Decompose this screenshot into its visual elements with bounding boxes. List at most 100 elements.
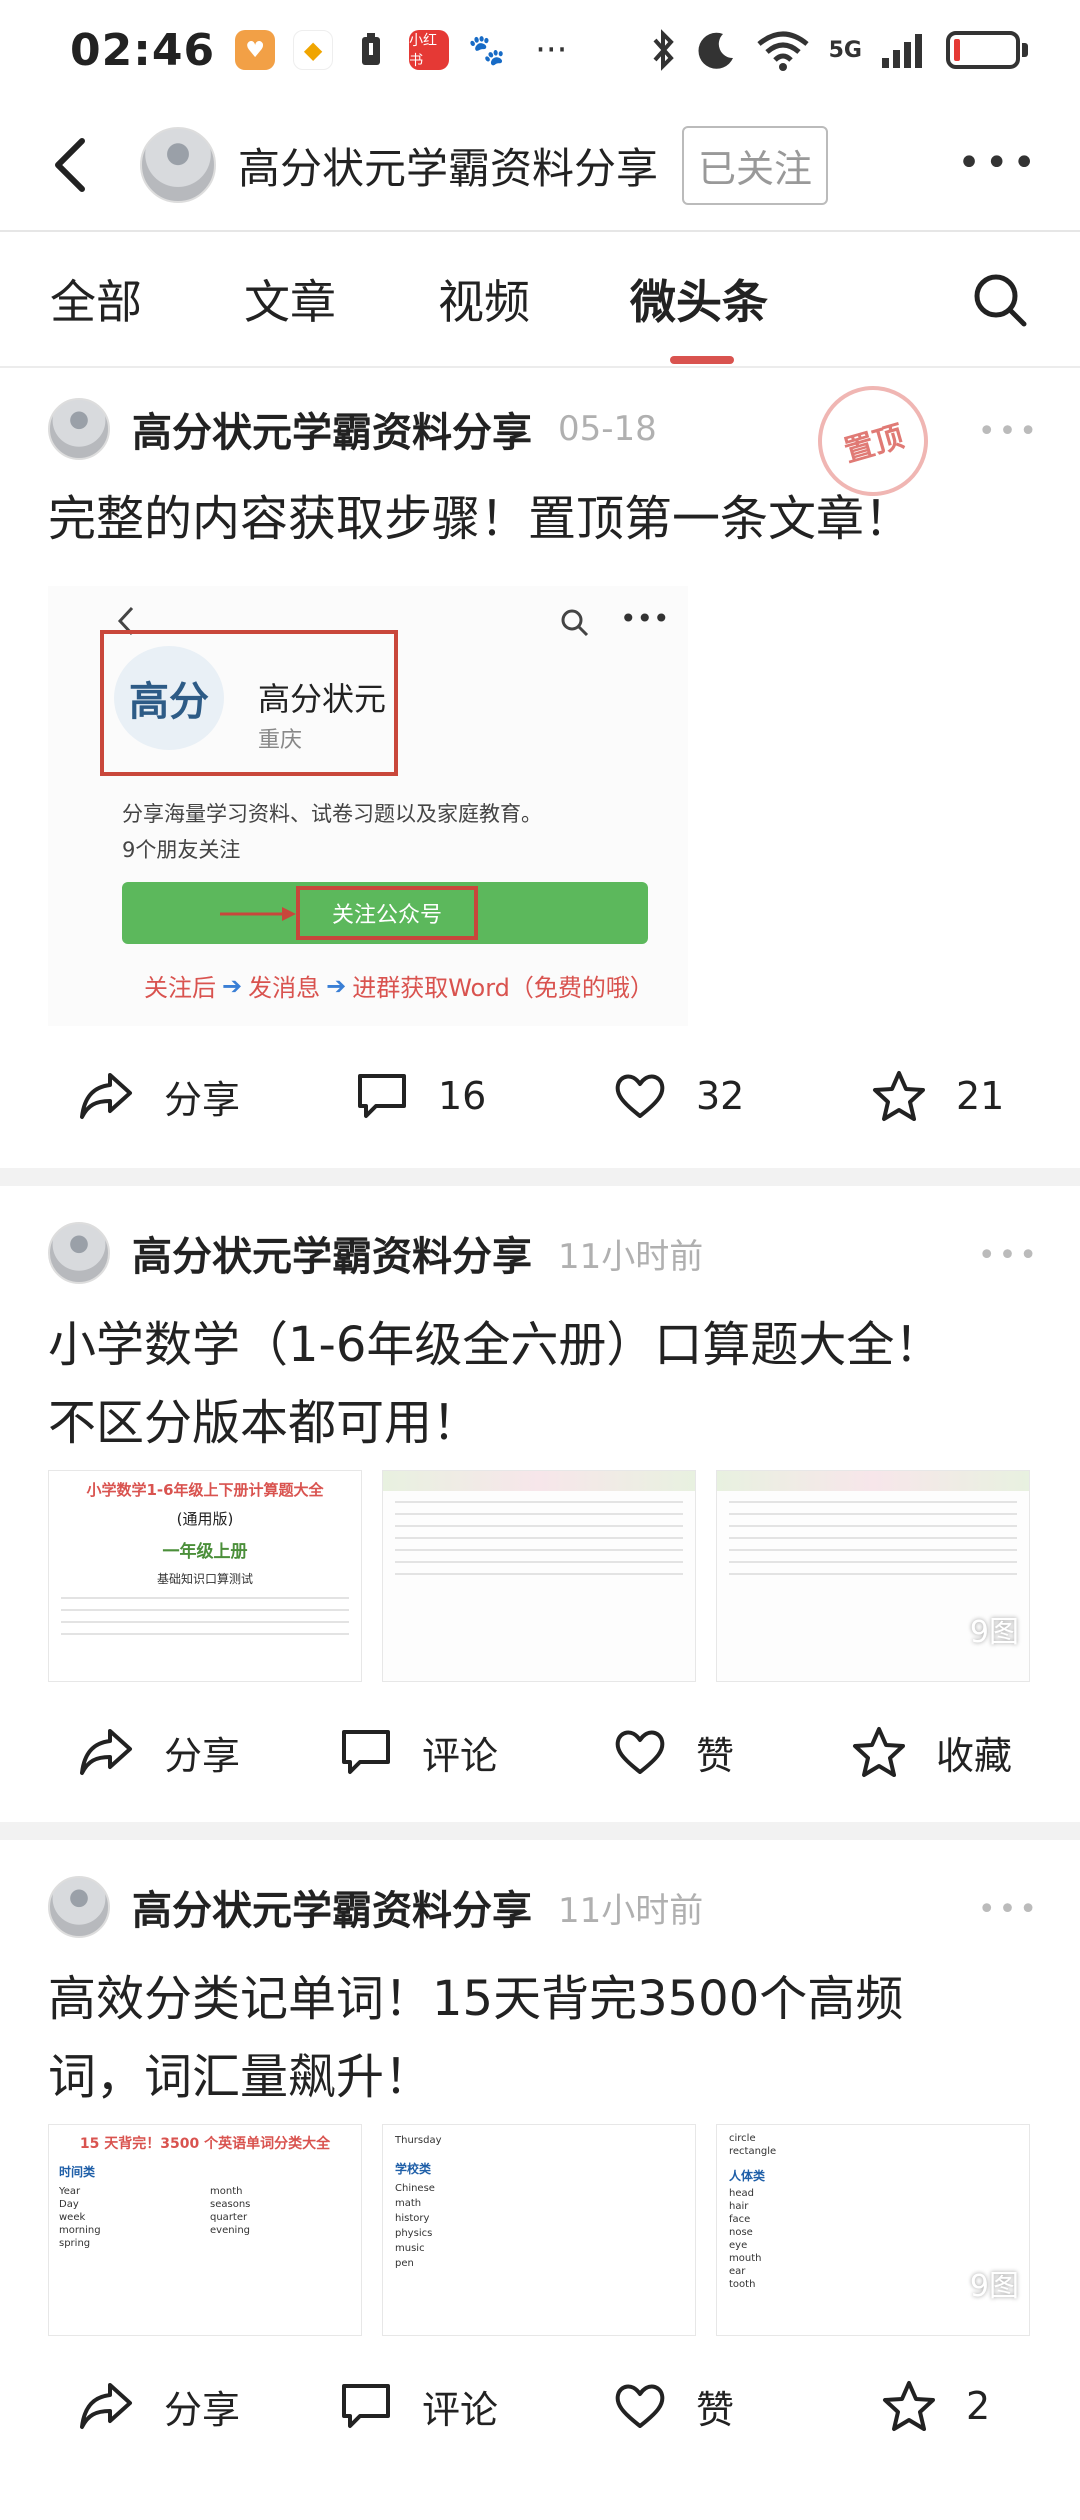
author-avatar[interactable] [48,398,110,460]
share-button[interactable]: 分享 [78,2366,240,2446]
star-icon [883,2381,935,2431]
post-time: 11小时前 [558,1236,704,1277]
image-instructions: 关注后 ➔ 发消息 ➔ 进群获取Word（免费的哦） [144,971,654,1003]
post-time: 11小时前 [558,1890,704,1931]
post-time: 05-18 [558,409,657,449]
account-logo: 高分 [114,646,224,750]
post-header: 高分状元学霸资料分享 05-18 [48,398,657,460]
post-image[interactable]: circle rectangle 人体类 head hair face nose… [716,2124,1030,2336]
status-app-icons: ♥ ◆ 小红书 🐾 ··· [235,30,568,70]
share-icon [80,1073,132,1119]
post-header: 高分状元学霸资料分享 11小时前 [48,1222,703,1284]
red-arrow-icon [220,907,296,921]
author-avatar[interactable] [48,1876,110,1938]
account-name: 高分状元 [258,680,387,718]
account-description: 分享海量学习资料、试卷习题以及家庭教育。 [122,802,542,826]
author-avatar[interactable] [48,1222,110,1284]
status-time: 02:46 [70,24,216,76]
post-header: 高分状元学霸资料分享 11小时前 [48,1876,703,1938]
star-icon [853,1727,905,1777]
post-more-icon[interactable]: ••• [978,414,1040,449]
share-icon [80,1729,132,1775]
post-actions: 分享 评论 赞 2 [0,2366,1080,2446]
shield-app-icon: ♥ [235,30,276,70]
post-actions: 分享 评论 赞 收藏 [0,1712,1080,1792]
post-text: 完整的内容获取步骤！置顶第一条文章！ [48,491,913,547]
comment-icon [358,1074,406,1118]
back-button[interactable] [30,125,110,205]
feed-post[interactable]: 高分状元学霸资料分享 05-18 置顶 ••• 完整的内容获取步骤！置顶第一条文… [0,372,1080,1168]
gem-app-icon: ◆ [293,30,334,70]
share-button[interactable]: 分享 [78,1712,240,1792]
heart-icon [615,1074,665,1118]
xiaohongshu-app-icon: 小红书 [409,30,450,70]
share-button[interactable]: 分享 [78,1056,240,1136]
more-options-icon[interactable]: ••• [957,140,1040,186]
author-name[interactable]: 高分状元学霸资料分享 [132,1224,532,1282]
post-image[interactable]: ••• 高分 高分状元 重庆 分享海量学习资料、试卷习题以及家庭教育。 9个朋友… [48,586,688,1026]
image-count-badge: 9图 [969,1615,1019,1650]
comment-button[interactable]: 评论 [340,1712,498,1792]
favorite-button[interactable]: 2 [882,2366,990,2446]
star-icon [873,1071,925,1121]
comment-icon [342,2384,390,2428]
divider [0,1168,1080,1186]
post-image[interactable]: 15 天背完！3500 个英语单词分类大全 时间类 Year month Day s… [48,2124,362,2336]
back-arrow-icon [55,138,85,192]
post-more-icon[interactable]: ••• [978,1892,1040,1927]
wifi-icon [757,31,809,71]
like-button[interactable]: 赞 [614,2366,734,2446]
favorite-button[interactable]: 收藏 [852,1712,1012,1792]
tab-all[interactable]: 全部 [50,266,142,332]
feed-post[interactable]: 高分状元学霸资料分享 11小时前 ••• 高效分类记单词！15天背完3500个高… [0,1876,1080,2520]
divider [0,1822,1080,1840]
post-text: 高效分类记单词！15天背完3500个高频 词，词汇量飙升！ [48,1971,904,2105]
heart-icon [615,2384,665,2428]
comment-button[interactable]: 16 [356,1056,486,1136]
friends-following: 9个朋友关注 [122,838,241,862]
author-name[interactable]: 高分状元学霸资料分享 [132,400,532,458]
tab-micro-posts[interactable]: 微头条 [630,266,768,332]
baidu-app-icon: 🐾 [467,30,508,70]
post-image[interactable] [382,1470,696,1682]
signal-icon [882,34,922,68]
heart-icon [615,1730,665,1774]
followed-button[interactable]: 已关注 [682,125,829,205]
author-name[interactable]: 高分状元学霸资料分享 [132,1878,532,1936]
battery-icon [946,31,1028,69]
follow-account-label: 关注公众号 [296,886,478,940]
profile-avatar[interactable] [140,127,216,203]
post-more-icon[interactable]: ••• [978,1238,1040,1273]
search-icon [561,609,589,637]
status-more-icon: ··· [535,30,568,70]
account-city: 重庆 [258,728,303,753]
post-image[interactable]: 9图 [716,1470,1030,1682]
comment-icon [342,1730,390,1774]
feed-post[interactable]: 高分状元学霸资料分享 11小时前 ••• 小学数学（1-6年级全六册）口算题大全… [0,1222,1080,1822]
active-tab-indicator [670,356,734,364]
status-bar: 02:46 ♥ ◆ 小红书 🐾 ··· 5G [0,0,1080,100]
moon-icon [698,32,733,69]
bluetooth-icon [653,29,674,71]
network-type: 5G [828,37,862,63]
search-icon[interactable] [972,272,1028,328]
profile-header: 高分状元学霸资料分享 已关注 ••• [0,100,1080,232]
like-button[interactable]: 32 [614,1056,744,1136]
comment-button[interactable]: 评论 [340,2366,498,2446]
more-icon: ••• [620,602,670,635]
post-image[interactable]: Thursday 学校类 Chinese math history physic… [382,2124,696,2336]
like-button[interactable]: 赞 [614,1712,734,1792]
content-tabs: 全部 文章 视频 微头条 [0,234,1080,366]
battery-saver-icon [351,30,392,70]
status-indicators: 5G [649,28,1028,72]
post-image[interactable]: 小学数学1-6年级上下册计算题大全 (通用版) 一年级上册 基础知识口算测试 [48,1470,362,1682]
divider [0,366,1080,368]
tab-videos[interactable]: 视频 [438,266,530,332]
profile-title: 高分状元学霸资料分享 [238,143,659,193]
tab-articles[interactable]: 文章 [244,266,336,332]
post-actions: 分享 16 32 21 [0,1056,1080,1136]
share-icon [80,2383,132,2429]
favorite-button[interactable]: 21 [872,1056,1004,1136]
post-text: 小学数学（1-6年级全六册）口算题大全！ 不区分版本都可用！ [48,1317,943,1451]
image-count-badge: 9图 [969,2269,1019,2304]
